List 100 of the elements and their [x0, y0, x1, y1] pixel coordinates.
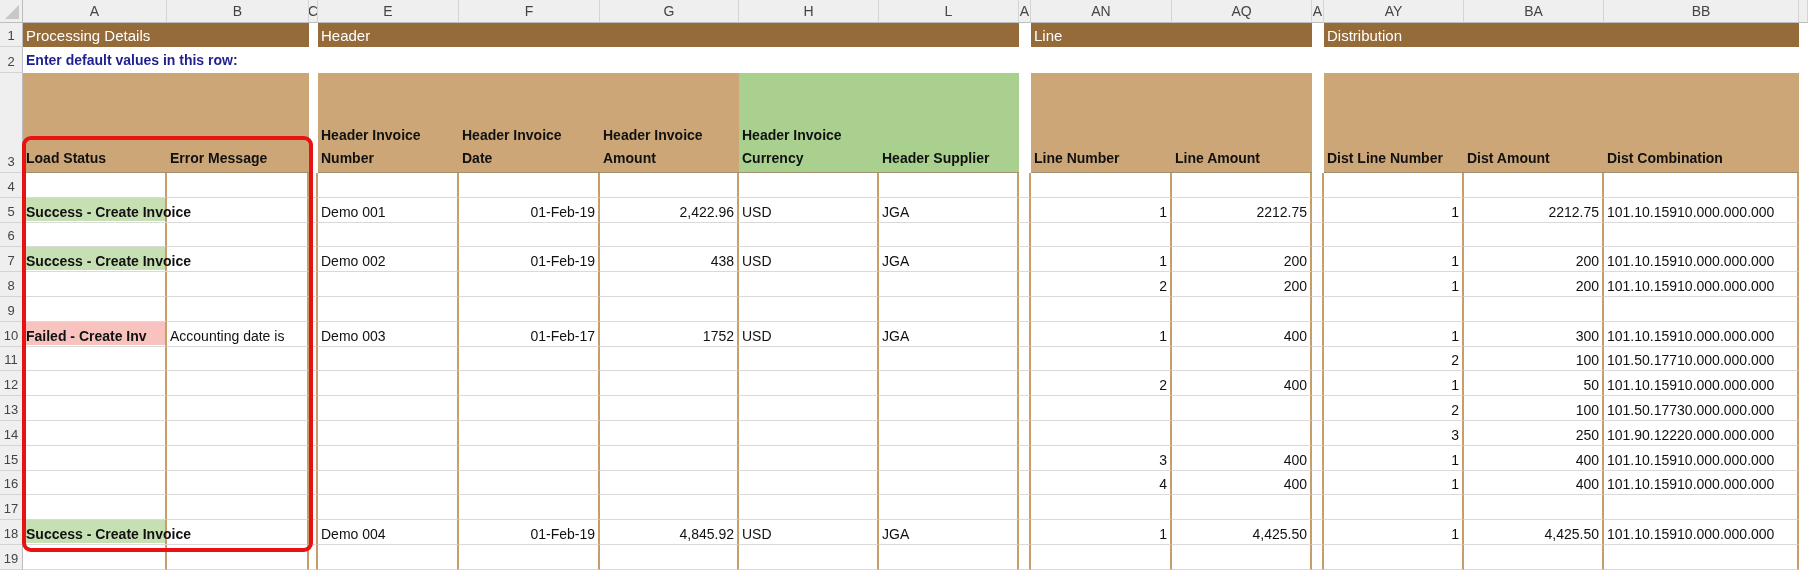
table-cell[interactable]: 101.50.17730.000.000.000 [1604, 396, 1799, 421]
table-cell[interactable] [739, 544, 879, 570]
table-cell[interactable]: 101.10.15910.000.000.000 [1604, 445, 1799, 471]
table-cell[interactable]: 1 [1324, 445, 1464, 471]
table-cell[interactable] [1464, 173, 1604, 198]
table-cell[interactable] [879, 371, 1019, 397]
table-cell[interactable] [1604, 297, 1799, 322]
table-cell[interactable] [739, 495, 879, 521]
table-cell[interactable] [600, 297, 739, 322]
table-cell[interactable]: 4,425.50 [1172, 520, 1312, 545]
table-cell[interactable] [459, 495, 600, 521]
column-header[interactable]: A [1312, 0, 1324, 23]
table-cell[interactable] [600, 495, 739, 521]
table-cell[interactable] [1324, 495, 1464, 521]
table-cell[interactable]: 01-Feb-19 [459, 520, 600, 545]
table-cell[interactable] [459, 297, 600, 322]
table-cell[interactable] [1172, 544, 1312, 570]
column-header[interactable]: AN [1031, 0, 1172, 23]
table-cell[interactable] [23, 396, 167, 421]
table-cell[interactable]: 400 [1172, 445, 1312, 471]
table-cell[interactable]: 1 [1031, 321, 1172, 347]
table-cell[interactable]: JGA [879, 197, 1019, 223]
table-cell[interactable] [879, 396, 1019, 421]
table-cell[interactable] [1172, 495, 1312, 521]
table-cell[interactable]: Demo 001 [318, 197, 459, 223]
table-cell[interactable]: 3 [1324, 420, 1464, 446]
table-cell[interactable] [318, 173, 459, 198]
table-cell[interactable] [1604, 544, 1799, 570]
table-cell[interactable] [879, 445, 1019, 471]
column-header[interactable]: G [600, 0, 739, 23]
table-cell[interactable]: 2 [1031, 371, 1172, 397]
table-cell[interactable]: 101.10.15910.000.000.000 [1604, 321, 1799, 347]
table-cell[interactable]: 2212.75 [1172, 197, 1312, 223]
table-cell[interactable] [600, 371, 739, 397]
table-cell[interactable] [600, 420, 739, 446]
table-cell[interactable] [318, 297, 459, 322]
table-cell[interactable] [739, 272, 879, 297]
table-cell[interactable] [459, 396, 600, 421]
column-header[interactable]: BA [1464, 0, 1604, 23]
table-cell[interactable] [1172, 420, 1312, 446]
table-cell[interactable]: 400 [1464, 445, 1604, 471]
table-cell[interactable]: 1 [1324, 520, 1464, 545]
table-cell[interactable]: 400 [1172, 470, 1312, 496]
row-header[interactable]: 1 [0, 23, 23, 47]
table-cell[interactable]: 3 [1031, 445, 1172, 471]
table-cell[interactable]: 200 [1172, 272, 1312, 297]
table-cell[interactable]: 4,845.92 [600, 520, 739, 545]
table-cell[interactable]: 1 [1324, 470, 1464, 496]
table-cell[interactable]: 01-Feb-19 [459, 247, 600, 273]
table-cell[interactable] [1604, 173, 1799, 198]
table-cell[interactable] [600, 445, 739, 471]
table-cell[interactable] [600, 396, 739, 421]
table-cell[interactable]: 01-Feb-19 [459, 197, 600, 223]
table-cell[interactable] [23, 544, 167, 570]
table-cell[interactable] [1604, 495, 1799, 521]
table-cell[interactable]: 100 [1464, 346, 1604, 372]
row-header[interactable]: 2 [0, 47, 23, 73]
column-header[interactable]: BB [1604, 0, 1799, 23]
table-cell[interactable]: 101.10.15910.000.000.000 [1604, 197, 1799, 223]
table-cell[interactable]: 1 [1324, 247, 1464, 273]
column-header[interactable]: F [459, 0, 600, 23]
row-header[interactable]: 12 [0, 371, 23, 397]
table-cell[interactable]: JGA [879, 321, 1019, 347]
table-cell[interactable]: 101.10.15910.000.000.000 [1604, 272, 1799, 297]
table-cell[interactable] [318, 222, 459, 248]
table-cell[interactable]: 101.90.12220.000.000.000 [1604, 420, 1799, 446]
table-cell[interactable] [739, 222, 879, 248]
row-header[interactable]: 19 [0, 544, 23, 570]
table-cell[interactable] [1031, 396, 1172, 421]
table-cell[interactable]: 4 [1031, 470, 1172, 496]
table-cell[interactable] [879, 544, 1019, 570]
table-cell[interactable]: 2 [1031, 272, 1172, 297]
table-cell[interactable]: Accounting date is [167, 321, 309, 347]
table-cell[interactable] [167, 222, 309, 248]
table-cell[interactable] [879, 272, 1019, 297]
table-cell[interactable]: 2 [1324, 396, 1464, 421]
table-cell[interactable]: USD [739, 247, 879, 273]
table-cell[interactable] [459, 222, 600, 248]
table-cell[interactable] [600, 173, 739, 198]
table-cell[interactable]: JGA [879, 520, 1019, 545]
table-cell[interactable] [1464, 544, 1604, 570]
table-cell[interactable] [23, 420, 167, 446]
table-cell[interactable] [739, 297, 879, 322]
column-header[interactable]: L [879, 0, 1019, 23]
column-header[interactable]: A [23, 0, 167, 23]
table-cell[interactable] [879, 470, 1019, 496]
row-header[interactable]: 8 [0, 272, 23, 297]
table-cell[interactable] [167, 346, 309, 372]
table-cell[interactable] [459, 420, 600, 446]
row-header[interactable]: 4 [0, 173, 23, 198]
table-cell[interactable] [318, 346, 459, 372]
column-header[interactable]: AQ [1172, 0, 1312, 23]
table-cell[interactable] [23, 445, 167, 471]
table-cell[interactable] [1031, 173, 1172, 198]
table-cell[interactable] [459, 346, 600, 372]
table-cell[interactable] [1031, 495, 1172, 521]
table-cell[interactable]: 100 [1464, 396, 1604, 421]
table-cell[interactable]: 101.10.15910.000.000.000 [1604, 470, 1799, 496]
table-cell[interactable] [1324, 297, 1464, 322]
table-cell[interactable] [318, 544, 459, 570]
